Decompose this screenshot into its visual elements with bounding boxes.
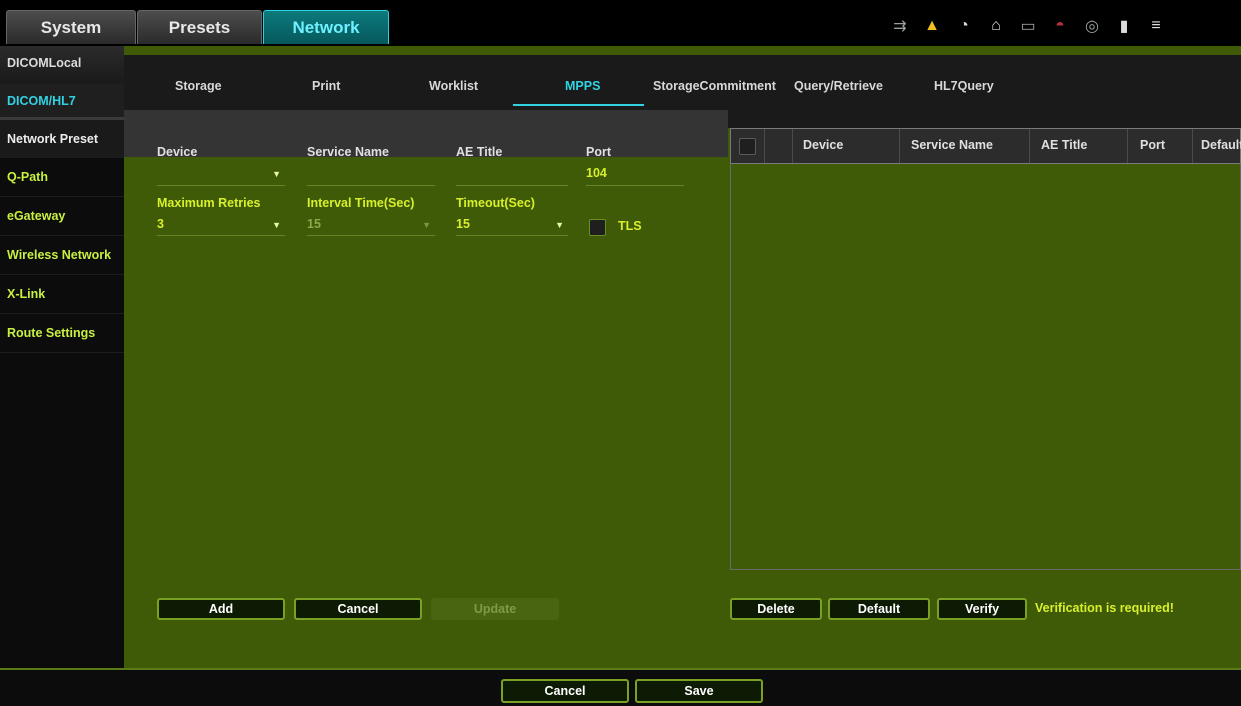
mouse-icon: ⌂ bbox=[991, 17, 1001, 34]
battery-icon: ▮ bbox=[1119, 18, 1129, 35]
tls-label: TLS bbox=[618, 219, 642, 233]
column-default[interactable]: Default bbox=[1201, 138, 1241, 152]
column-separator bbox=[1192, 129, 1193, 163]
service-name-label: Service Name bbox=[307, 145, 390, 159]
top-bar: System Presets Network ⇉ ▲ ◔ ⌂ ▭ ◓ ◎ ▮ ≡ bbox=[0, 0, 1241, 46]
status-icon-tray: ⇉ ▲ ◔ ⌂ ▭ ◓ ◎ ▮ ≡ bbox=[884, 14, 1172, 38]
port-underline bbox=[586, 185, 684, 186]
column-separator bbox=[1127, 129, 1128, 163]
column-device[interactable]: Device bbox=[803, 138, 843, 152]
column-service-name[interactable]: Service Name bbox=[911, 138, 993, 152]
port-label: Port bbox=[586, 145, 611, 159]
max-retries-select[interactable]: 3 ▼ bbox=[157, 214, 285, 236]
storage-icon: ▭ bbox=[1020, 18, 1036, 35]
tab-network[interactable]: Network bbox=[263, 10, 389, 44]
interval-time-label: Interval Time(Sec) bbox=[307, 196, 415, 210]
server-table-panel: Device Service Name AE Title Port Defaul… bbox=[728, 110, 1241, 668]
tab-mpps[interactable]: MPPS bbox=[565, 79, 600, 93]
delete-button[interactable]: Delete bbox=[730, 598, 822, 620]
interval-time-underline bbox=[307, 235, 435, 236]
tab-storage[interactable]: Storage bbox=[175, 79, 222, 93]
device-select-underline bbox=[157, 185, 285, 186]
ae-title-underline bbox=[456, 185, 568, 186]
chevron-down-icon: ▼ bbox=[272, 169, 281, 179]
warning-icon: ▲ bbox=[924, 17, 940, 34]
nav-item-route-settings[interactable]: Route Settings bbox=[0, 314, 124, 353]
service-name-underline bbox=[307, 185, 435, 186]
tls-checkbox[interactable] bbox=[589, 219, 606, 236]
service-name-field[interactable] bbox=[307, 162, 435, 186]
nav-item-x-link[interactable]: X-Link bbox=[0, 275, 124, 314]
timeout-label: Timeout(Sec) bbox=[456, 196, 535, 210]
ae-title-field[interactable] bbox=[456, 162, 568, 186]
timeout-underline bbox=[456, 235, 568, 236]
column-port[interactable]: Port bbox=[1140, 138, 1165, 152]
wireless-icon: ◓ bbox=[1055, 17, 1065, 34]
tab-print[interactable]: Print bbox=[312, 79, 340, 93]
footer-bar: Cancel Save bbox=[0, 668, 1241, 706]
max-retries-underline bbox=[157, 235, 285, 236]
column-separator bbox=[899, 129, 900, 163]
keyboard-icon: ⇉ bbox=[893, 18, 907, 35]
service-form: Device Service Name AE Title Port ▼ 104 … bbox=[124, 110, 728, 668]
device-select[interactable]: ▼ bbox=[157, 162, 285, 186]
footer-cancel-button[interactable]: Cancel bbox=[501, 679, 629, 703]
tab-system[interactable]: System bbox=[6, 10, 136, 44]
tab-presets[interactable]: Presets bbox=[137, 10, 262, 44]
nav-item-wireless-network[interactable]: Wireless Network bbox=[0, 236, 124, 275]
chevron-down-icon: ▼ bbox=[555, 220, 564, 230]
nav-item-network-preset[interactable]: Network Preset bbox=[0, 120, 124, 158]
footer-save-button[interactable]: Save bbox=[635, 679, 763, 703]
dicom-service-tabs: Storage Print Worklist MPPS StorageCommi… bbox=[124, 55, 1241, 110]
port-value: 104 bbox=[586, 166, 607, 180]
nav-item-dicomlocal[interactable]: DICOMLocal bbox=[0, 46, 124, 84]
update-button: Update bbox=[431, 598, 559, 620]
verification-message: Verification is required! bbox=[1035, 601, 1174, 615]
column-separator bbox=[764, 129, 765, 163]
column-separator bbox=[1029, 129, 1030, 163]
cd-icon: ◎ bbox=[1085, 18, 1099, 35]
chevron-down-icon: ▼ bbox=[272, 220, 281, 230]
interval-time-value: 15 bbox=[307, 217, 321, 231]
left-nav: DICOMLocal DICOM/HL7 Network Preset Q-Pa… bbox=[0, 46, 124, 668]
column-separator bbox=[792, 129, 793, 163]
nav-item-q-path[interactable]: Q-Path bbox=[0, 158, 124, 197]
chevron-down-icon: ▼ bbox=[422, 220, 431, 230]
default-button[interactable]: Default bbox=[828, 598, 930, 620]
network-settings-screen: System Presets Network ⇉ ▲ ◔ ⌂ ▭ ◓ ◎ ▮ ≡… bbox=[0, 0, 1241, 706]
verify-button[interactable]: Verify bbox=[937, 598, 1027, 620]
interval-time-select: 15 ▼ bbox=[307, 214, 435, 236]
timeout-select[interactable]: 15 ▼ bbox=[456, 214, 568, 236]
device-label: Device bbox=[157, 145, 198, 159]
max-retries-value: 3 bbox=[157, 217, 164, 231]
active-tab-indicator bbox=[513, 104, 644, 106]
table-header: Device Service Name AE Title Port Defaul… bbox=[730, 128, 1241, 164]
select-all-checkbox[interactable] bbox=[739, 138, 756, 155]
add-button[interactable]: Add bbox=[157, 598, 285, 620]
port-field[interactable]: 104 bbox=[586, 162, 684, 186]
table-body bbox=[730, 164, 1241, 570]
tab-query-retrieve[interactable]: Query/Retrieve bbox=[794, 79, 883, 93]
tab-worklist[interactable]: Worklist bbox=[429, 79, 478, 93]
nav-item-egateway[interactable]: eGateway bbox=[0, 197, 124, 236]
network-status-icon: ◔ bbox=[959, 17, 969, 34]
tab-storage-commitment[interactable]: StorageCommitment bbox=[653, 79, 776, 93]
cancel-button[interactable]: Cancel bbox=[294, 598, 422, 620]
ae-title-label: AE Title bbox=[456, 145, 503, 159]
nav-item-dicom-hl7[interactable]: DICOM/HL7 bbox=[0, 84, 124, 120]
form-header-band bbox=[124, 110, 728, 157]
tab-hl7query[interactable]: HL7Query bbox=[934, 79, 994, 93]
max-retries-label: Maximum Retries bbox=[157, 196, 261, 210]
column-ae-title[interactable]: AE Title bbox=[1041, 138, 1087, 152]
menu-icon[interactable]: ≡ bbox=[1140, 17, 1172, 35]
timeout-value: 15 bbox=[456, 217, 470, 231]
table-top-band bbox=[728, 110, 1241, 128]
